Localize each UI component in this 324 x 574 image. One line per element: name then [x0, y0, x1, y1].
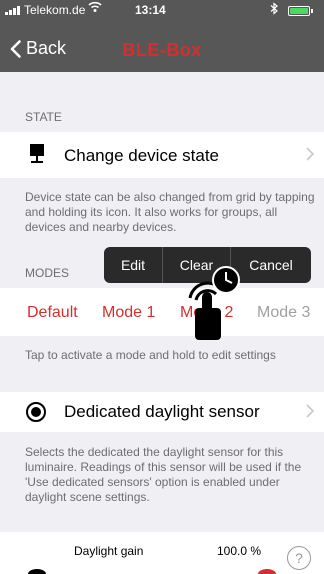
help-button[interactable]: ? — [287, 546, 311, 570]
battery-tip — [311, 9, 313, 13]
change-device-state-row[interactable]: Change device state — [0, 132, 324, 178]
signal-strength-icon — [5, 6, 20, 15]
modes-section-header: MODES — [25, 266, 70, 280]
carrier-name: Telekom.de — [24, 3, 86, 17]
daylight-gain-row[interactable]: Daylight gain 100.0 % — [0, 532, 324, 574]
slider-knob-left[interactable] — [28, 569, 46, 574]
daylight-note: Selects the dedicated the daylight senso… — [25, 445, 302, 504]
bluetooth-icon — [270, 2, 278, 18]
battery-level — [290, 8, 308, 14]
daylight-gain-label: Daylight gain — [74, 544, 144, 558]
modes-note: Tap to activate a mode and hold to edit … — [25, 348, 276, 362]
wifi-icon — [88, 1, 102, 16]
change-device-state-label: Change device state — [64, 146, 219, 165]
radio-selected-icon — [26, 402, 46, 422]
chevron-right-icon — [306, 404, 315, 423]
modes-row: Default Mode 1 Mode 2 Mode 3 — [0, 288, 324, 336]
battery-icon — [288, 6, 310, 16]
slider-knob-right[interactable] — [258, 569, 276, 574]
state-section-header: STATE — [25, 110, 62, 124]
lamp-icon — [28, 144, 46, 171]
page-title: BLE-Box — [122, 40, 202, 60]
edit-menu-item[interactable]: Edit — [104, 247, 163, 283]
daylight-sensor-label: Dedicated daylight sensor — [64, 402, 260, 421]
mode-1[interactable]: Mode 1 — [102, 304, 155, 322]
daylight-gain-value: 100.0 % — [217, 544, 262, 558]
tap-and-hold-hand-icon — [180, 266, 244, 342]
chevron-right-icon — [306, 147, 315, 166]
mode-default[interactable]: Default — [27, 304, 78, 322]
dedicated-daylight-sensor-row[interactable]: Dedicated daylight sensor — [0, 392, 324, 432]
status-bar: Telekom.de 13:14 — [0, 0, 324, 20]
status-time: 13:14 — [135, 3, 166, 17]
mode-3[interactable]: Mode 3 — [257, 304, 310, 322]
state-note: Device state can be also changed from gr… — [25, 190, 315, 234]
